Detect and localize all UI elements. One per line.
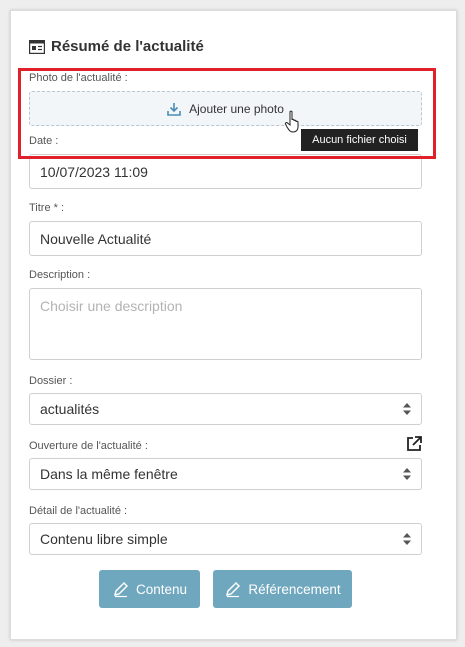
photo-label: Photo de l'actualité : — [29, 72, 128, 84]
folder-label: Dossier : — [29, 375, 73, 387]
detail-label: Détail de l'actualité : — [29, 505, 128, 517]
photo-upload-dropzone[interactable]: Ajouter une photo — [29, 91, 422, 126]
title-label: Titre * : — [29, 202, 65, 214]
title-value: Nouvelle Actualité — [40, 230, 152, 247]
folder-selected: actualités — [40, 401, 100, 417]
external-link-icon[interactable] — [406, 436, 422, 452]
content-button-label: Contenu — [135, 581, 188, 597]
date-field[interactable]: 10/07/2023 11:09 — [29, 154, 422, 189]
description-placeholder: Choisir une description — [40, 298, 183, 314]
pencil-icon — [113, 581, 129, 598]
upload-label: Ajouter une photo — [189, 101, 284, 116]
description-textarea[interactable]: Choisir une description — [29, 288, 422, 360]
detail-selected: Contenu libre simple — [40, 531, 168, 547]
content-button[interactable]: Contenu — [99, 570, 200, 608]
opening-selected: Dans la même fenêtre — [40, 466, 178, 482]
opening-select[interactable]: Dans la même fenêtre — [29, 458, 422, 490]
date-value: 10/07/2023 11:09 — [40, 163, 148, 180]
opening-label: Ouverture de l'actualité : — [29, 440, 148, 452]
upload-icon — [167, 102, 181, 116]
hand-cursor-icon — [284, 110, 299, 133]
file-tooltip: Aucun fichier choisi — [301, 129, 418, 151]
seo-button-label: Référencement — [248, 581, 341, 597]
select-arrows-icon — [403, 533, 411, 545]
folder-select[interactable]: actualités — [29, 393, 422, 425]
detail-select[interactable]: Contenu libre simple — [29, 523, 422, 555]
pencil-icon — [226, 581, 241, 598]
panel-title-text: Résumé de l'actualité — [51, 38, 204, 55]
panel-title: Résumé de l'actualité — [28, 38, 204, 55]
seo-button[interactable]: Référencement — [213, 570, 352, 608]
select-arrows-icon — [403, 403, 411, 415]
description-label: Description : — [29, 269, 91, 281]
date-label: Date : — [29, 135, 59, 147]
title-field[interactable]: Nouvelle Actualité — [29, 221, 422, 256]
select-arrows-icon — [403, 468, 411, 480]
newspaper-icon — [28, 39, 46, 54]
